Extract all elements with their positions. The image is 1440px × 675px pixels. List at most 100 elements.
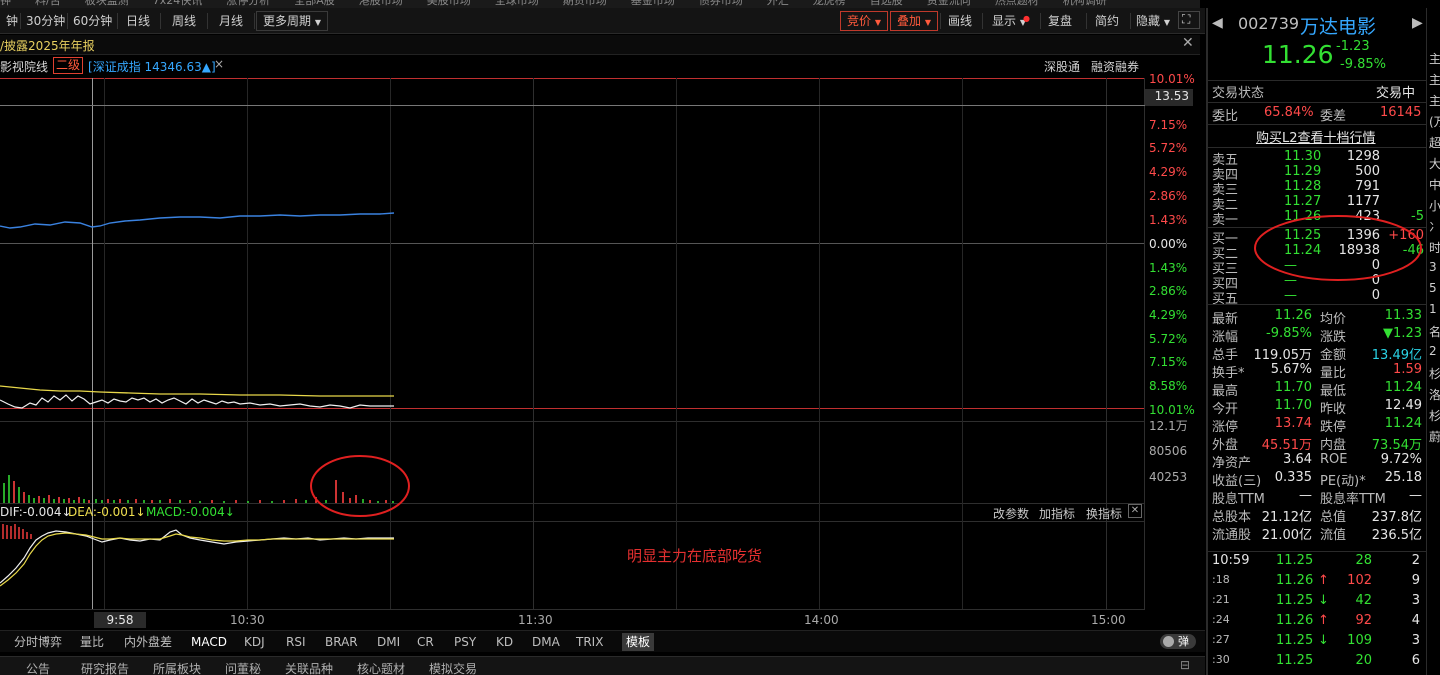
footer-tab-core-themes[interactable]: 核心题材 xyxy=(357,660,405,675)
index-quote[interactable]: [深证成指 14346.63▲] xyxy=(88,58,216,75)
stock-name: 万达电影 xyxy=(1300,16,1377,38)
buy-l2-link[interactable]: 购买L2查看十档行情 xyxy=(1256,127,1376,146)
level-price: 11.30 xyxy=(1284,149,1322,164)
macd-header: DIF:-0.004↓ DEA:-0.001↓ MACD:-0.004↓ 改参数… xyxy=(0,504,1145,522)
change-params-link[interactable]: 改参数 xyxy=(993,505,1029,522)
top-menu-item[interactable]: 自选股 xyxy=(870,0,903,7)
stat-label: 净资产 xyxy=(1212,456,1252,471)
tick-volume: 20 xyxy=(1355,653,1372,668)
tab-macd[interactable]: MACD xyxy=(187,633,231,651)
top-menu-item[interactable]: 7x24快讯 xyxy=(153,0,203,7)
top-menu-item[interactable]: 热点题材 xyxy=(995,0,1039,7)
top-menu-item[interactable]: 港股市场 xyxy=(359,0,403,7)
macd-dif-value: DIF:-0.004↓ xyxy=(0,505,72,519)
fullscreen-icon[interactable]: ⛶ xyxy=(1178,11,1200,29)
tab-template[interactable]: 模板 xyxy=(622,633,655,651)
tab-dma[interactable]: DMA xyxy=(528,633,564,651)
orderbook-annotation xyxy=(1254,215,1422,281)
footer-tab-research[interactable]: 研究报告 xyxy=(81,660,129,675)
draw-line-button[interactable]: 画线 xyxy=(942,11,978,31)
tick-time: :21 xyxy=(1212,593,1230,606)
top-menu-item[interactable]: 板块监测 xyxy=(85,0,129,7)
top-menu-item[interactable]: 资金流向 xyxy=(927,0,971,7)
top-menu-item[interactable]: 料/舌 xyxy=(35,0,61,7)
tab-dmi[interactable]: DMI xyxy=(373,633,404,651)
top-menu-item[interactable]: 龙虎榜 xyxy=(813,0,846,7)
stat-label: 收益(三) xyxy=(1212,474,1262,489)
top-menu-item[interactable]: 全球市场 xyxy=(495,0,539,7)
overlay-dropdown[interactable]: 叠加 ▼ xyxy=(890,11,938,31)
tick-row: 10:59 11.25 28 2 xyxy=(1212,553,1424,571)
expand-icon[interactable]: ⊟ xyxy=(1180,658,1190,672)
stat-label: 金额 xyxy=(1320,348,1347,363)
close-icon[interactable]: ✕ xyxy=(1182,35,1194,51)
top-menu-item[interactable]: 机构调研 xyxy=(1063,0,1107,7)
link-margin-trading[interactable]: 融资融券 xyxy=(1091,58,1139,75)
stat-label: 量比 xyxy=(1320,366,1347,381)
side-panel-char: 主 xyxy=(1429,73,1440,87)
more-periods-dropdown[interactable]: 更多周期 ▼ xyxy=(256,11,328,31)
footer-tab-sim-trading[interactable]: 模拟交易 xyxy=(429,660,477,675)
tab-cr[interactable]: CR xyxy=(413,633,438,651)
tick-direction-icon: ↑ xyxy=(1318,573,1329,588)
intraday-chart[interactable] xyxy=(0,78,1205,610)
tick-price: 11.26 xyxy=(1276,613,1314,628)
tab-volume-ratio[interactable]: 量比 xyxy=(76,633,108,651)
tab-intraday-game[interactable]: 分时博弈 xyxy=(10,633,66,651)
stat-label: 最低 xyxy=(1320,384,1347,399)
switch-indicator-link[interactable]: 换指标 xyxy=(1086,505,1122,522)
tick-count: 4 xyxy=(1411,613,1420,628)
announcement-text[interactable]: /披露2025年年报 xyxy=(0,37,95,54)
bid-diff-label: 委差 xyxy=(1320,109,1347,124)
top-menu-item[interactable]: 钟 xyxy=(0,0,11,7)
top-menu-item[interactable]: 债券市场 xyxy=(699,0,743,7)
period-month-button[interactable]: 月线 xyxy=(213,11,249,31)
tab-bid-ask-diff[interactable]: 内外盘差 xyxy=(120,633,176,651)
tab-psy[interactable]: PSY xyxy=(450,633,480,651)
level-volume: 0 xyxy=(1371,288,1380,303)
top-menu-item[interactable]: 涨停分析 xyxy=(226,0,270,7)
toggle-knob-icon xyxy=(1163,636,1174,647)
footer-tab-related[interactable]: 关联品种 xyxy=(285,660,333,675)
prev-stock-icon[interactable]: ◀ xyxy=(1212,15,1223,31)
period-30min-button[interactable]: 30分钟 xyxy=(20,11,71,31)
dropdown-arrow-icon: ▼ xyxy=(314,18,321,27)
footer-tab-announcement[interactable]: 公告 xyxy=(26,660,50,675)
stat-value: 21.00亿 xyxy=(1261,528,1312,543)
tab-trix[interactable]: TRIX xyxy=(572,633,607,651)
stat-row: 总手 119.05万 金额 13.49亿 xyxy=(1212,344,1424,363)
top-menu-item[interactable]: 基金市场 xyxy=(631,0,675,7)
tab-rsi[interactable]: RSI xyxy=(282,633,310,651)
footer-tab-ask-secretary[interactable]: 问董秘 xyxy=(225,660,261,675)
tick-count: 3 xyxy=(1411,633,1420,648)
tab-brar[interactable]: BRAR xyxy=(321,633,362,651)
top-menu-item[interactable]: 外汇 xyxy=(767,0,789,7)
level-label: 卖一 xyxy=(1212,213,1239,228)
stat-value: 11.24 xyxy=(1384,380,1422,395)
period-day-button[interactable]: 日线 xyxy=(120,11,156,31)
top-menu-item[interactable]: 期货市场 xyxy=(563,0,607,7)
indicator-tabs: 分时博弈 量比 内外盘差 MACD KDJ RSI BRAR DMI CR PS… xyxy=(0,630,1205,652)
period-60min-button[interactable]: 60分钟 xyxy=(67,11,118,31)
top-menu-item[interactable]: 美股市场 xyxy=(427,0,471,7)
close-index-icon[interactable]: × xyxy=(214,57,224,71)
level-price: 11.28 xyxy=(1284,179,1322,194)
stat-value: 0.335 xyxy=(1274,470,1312,485)
replay-button[interactable]: 复盘 xyxy=(1042,11,1078,31)
display-dropdown[interactable]: 显示 ▼ ● xyxy=(986,11,1032,31)
auction-dropdown[interactable]: 竞价 ▼ xyxy=(840,11,888,31)
link-sz-connect[interactable]: 深股通 xyxy=(1044,58,1080,75)
hide-dropdown[interactable]: 隐藏 ▼ xyxy=(1130,11,1176,31)
add-indicator-link[interactable]: 加指标 xyxy=(1039,505,1075,522)
pct-label: 4.29% xyxy=(1149,308,1188,322)
tick-count: 3 xyxy=(1411,593,1420,608)
tab-kdj[interactable]: KDJ xyxy=(240,633,269,651)
top-menu-item[interactable]: 全部A股 xyxy=(294,0,335,7)
next-stock-icon[interactable]: ▶ xyxy=(1412,15,1423,31)
tab-kd[interactable]: KD xyxy=(492,633,517,651)
footer-tab-sectors[interactable]: 所属板块 xyxy=(153,660,201,675)
close-indicator-icon[interactable]: ✕ xyxy=(1128,504,1142,518)
period-week-button[interactable]: 周线 xyxy=(166,11,202,31)
popup-toggle[interactable]: 弹 xyxy=(1160,634,1196,649)
simple-button[interactable]: 简约 xyxy=(1089,11,1125,31)
